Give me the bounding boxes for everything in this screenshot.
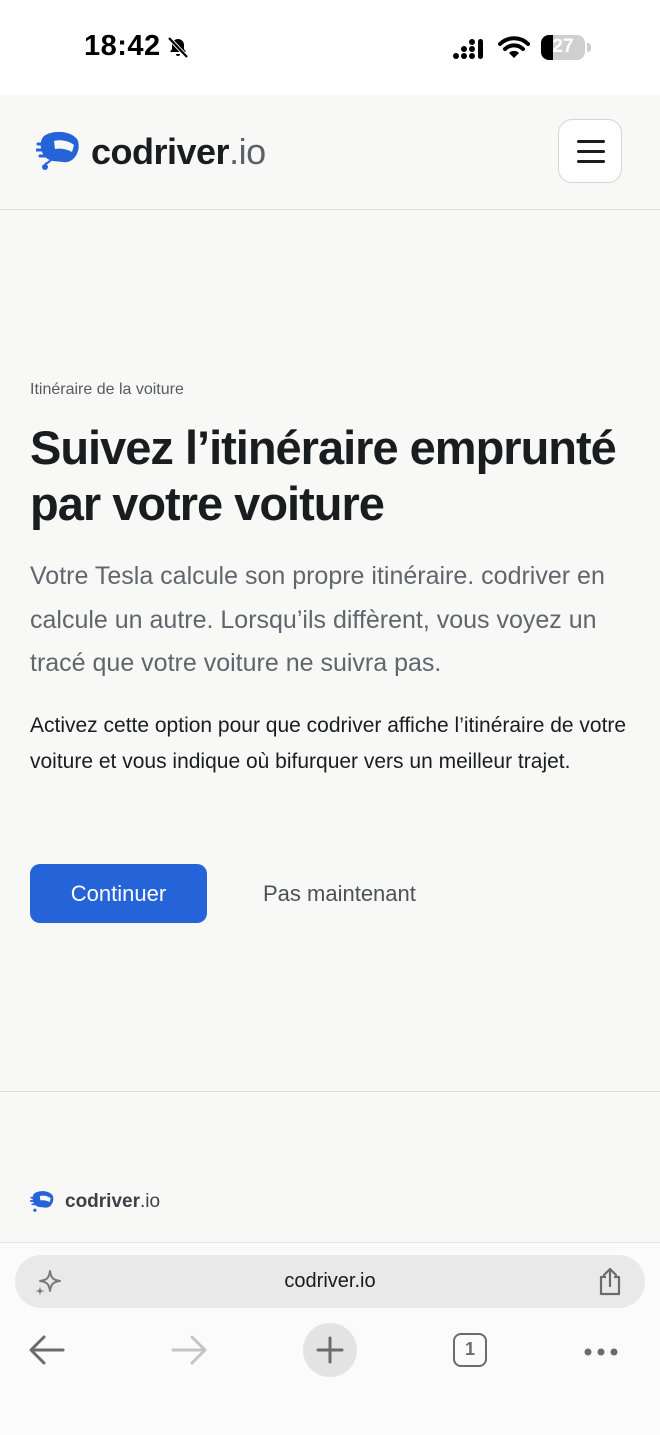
battery-icon: 27 xyxy=(541,35,585,60)
new-tab-button[interactable] xyxy=(303,1323,357,1377)
battery-percent: 27 xyxy=(552,36,574,57)
lead-paragraph: Votre Tesla calcule son propre itinérair… xyxy=(30,562,605,677)
footer-brand-text: codriver xyxy=(65,1191,140,1212)
bell-slash-icon xyxy=(167,36,189,59)
hamburger-menu-icon xyxy=(577,150,605,153)
helmet-logo-icon[interactable] xyxy=(30,1190,54,1212)
eyebrow-label: Itinéraire de la voiture xyxy=(30,381,184,398)
footer-brand[interactable]: codriver.io xyxy=(65,1191,160,1213)
back-arrow-icon[interactable] xyxy=(28,1333,66,1367)
footer-divider xyxy=(0,1091,660,1092)
brand-name[interactable]: codriver.io xyxy=(91,131,266,173)
menu-button[interactable] xyxy=(558,119,622,183)
url-text: codriver.io xyxy=(284,1270,376,1292)
more-icon[interactable] xyxy=(583,1347,619,1357)
battery-tip xyxy=(587,43,591,52)
status-time: 18:42 xyxy=(84,30,161,62)
hamburger-menu-icon xyxy=(577,160,605,163)
tabs-icon[interactable]: 1 xyxy=(453,1333,487,1367)
helmet-logo-icon[interactable] xyxy=(36,130,80,170)
brand-name-text: codriver xyxy=(91,131,230,172)
new-tab-icon xyxy=(316,1336,344,1364)
brand-tld: .io xyxy=(229,131,266,172)
wifi-icon xyxy=(498,36,530,58)
status-bar: 18:42 27 xyxy=(0,0,660,95)
cellular-signal-icon xyxy=(453,39,483,59)
address-bar[interactable]: codriver.io xyxy=(15,1255,645,1308)
share-icon[interactable] xyxy=(597,1267,623,1297)
body-paragraph: Activez cette option pour que codriver a… xyxy=(30,714,627,773)
footer-brand-tld: .io xyxy=(139,1191,161,1212)
not-now-button[interactable]: Pas maintenant xyxy=(263,864,416,923)
site-header: codriver.io xyxy=(0,95,660,210)
forward-arrow-icon[interactable] xyxy=(170,1333,208,1367)
browser-toolbar: codriver.io 1 xyxy=(0,1242,660,1435)
continue-button[interactable]: Continuer xyxy=(30,864,207,923)
page-title: Suivez l’itinéraire emprunté par votre v… xyxy=(30,421,617,530)
hamburger-menu-icon xyxy=(577,140,605,143)
